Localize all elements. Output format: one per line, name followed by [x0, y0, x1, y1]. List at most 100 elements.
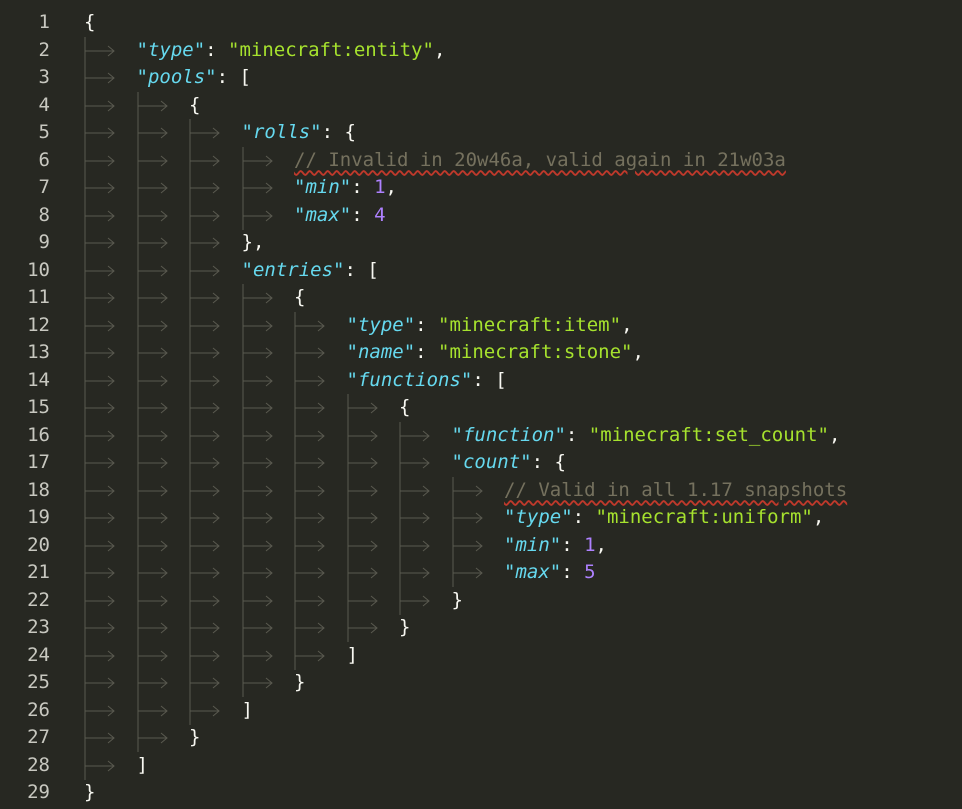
json-punctuation: } [84, 781, 96, 803]
line-number: 7 [38, 176, 50, 198]
indent-guide-arrow-icon [137, 394, 190, 422]
indent-guide-arrow-icon [84, 586, 137, 615]
line-code[interactable]: "function": "minecraft:set_count", [84, 421, 840, 450]
line-code[interactable]: { [84, 394, 410, 422]
indent-guide-arrow-icon [399, 531, 452, 560]
indent-guide-arrow-icon [137, 559, 190, 587]
indent-guide-arrow-icon [137, 311, 190, 340]
indent-guide-arrow-icon [399, 476, 452, 505]
code-comment: // Invalid in 20w46a, valid again in 21w… [294, 148, 786, 171]
json-key: "entries" [241, 258, 345, 281]
indent-guide-arrow-icon [84, 531, 137, 560]
json-number: 4 [374, 203, 386, 226]
indent-guide-arrow-icon [347, 394, 400, 422]
line-code[interactable]: // Valid in all 1.17 snapshots [84, 476, 847, 505]
line-number: 12 [27, 313, 50, 336]
indent-guide-arrow-icon [137, 119, 190, 147]
line-code[interactable]: "type": "minecraft:entity", [84, 36, 445, 65]
json-punctuation: : [205, 38, 229, 61]
json-punctuation: : [ [472, 368, 507, 391]
line-number: 22 [27, 588, 50, 611]
line-code[interactable]: "max": 4 [84, 201, 386, 230]
indent-guide-arrow-icon [84, 36, 137, 65]
indent-guide-arrow-icon [452, 559, 505, 587]
indent-guide-arrow-icon [137, 696, 190, 725]
line-number: 17 [27, 451, 50, 473]
indent-guide-arrow-icon [84, 311, 137, 340]
line-code[interactable]: "min": 1, [84, 531, 607, 560]
line-code[interactable]: "type": "minecraft:item", [84, 311, 633, 340]
line-code[interactable]: ] [84, 751, 148, 780]
line-number: 6 [38, 148, 50, 171]
line-code[interactable]: "entries": [ [84, 256, 379, 285]
line-code[interactable]: ] [84, 696, 253, 725]
line-number: 19 [27, 506, 50, 528]
indent-guide-arrow-icon [347, 476, 400, 505]
indent-guide-arrow-icon [189, 669, 242, 697]
line-code[interactable]: "functions": [ [84, 366, 507, 395]
indent-guide-arrow-icon [347, 449, 400, 477]
line-code[interactable]: { [84, 284, 305, 312]
indent-guide-arrow-icon [84, 476, 137, 505]
line-code[interactable]: { [84, 91, 200, 120]
json-punctuation: : [561, 533, 585, 556]
indent-guide-arrow-icon [242, 641, 295, 670]
indent-guide-arrow-icon [399, 504, 452, 532]
indent-guide-arrow-icon [399, 559, 452, 587]
indent-guide-arrow-icon [242, 559, 295, 587]
indent-guide-arrow-icon [189, 366, 242, 395]
line-code[interactable]: } [84, 779, 95, 806]
line-code[interactable]: "pools": [ [84, 64, 251, 92]
line-number: 28 [27, 753, 50, 776]
json-key: "min" [504, 533, 562, 556]
line-code[interactable]: // Invalid in 20w46a, valid again in 21w… [84, 146, 786, 175]
indent-guide-arrow-icon [294, 449, 347, 477]
json-punctuation: : { [321, 121, 356, 143]
line-code[interactable]: "name": "minecraft:stone", [84, 339, 644, 367]
indent-guide-arrow-icon [137, 614, 190, 642]
json-key: "min" [294, 176, 352, 198]
line-number: 29 [27, 781, 50, 803]
indent-guide-arrow-icon [189, 311, 242, 340]
indent-guide-arrow-icon [84, 504, 137, 532]
indent-guide-arrow-icon [84, 64, 137, 92]
line-number: 5 [38, 121, 50, 143]
line-code[interactable]: } [84, 669, 305, 697]
indent-guide-arrow-icon [399, 586, 452, 615]
indent-guide-arrow-icon [347, 504, 400, 532]
json-key: "pools" [136, 66, 217, 88]
line-code[interactable]: "rolls": { [84, 119, 356, 147]
indent-guide-arrow-icon [137, 724, 190, 752]
line-code[interactable]: } [84, 614, 410, 642]
line-code[interactable]: { [84, 9, 95, 36]
indent-guide-arrow-icon [189, 449, 242, 477]
indent-guide-arrow-icon [84, 119, 137, 147]
indent-guide-arrow-icon [84, 91, 137, 120]
json-punctuation: } [451, 588, 463, 611]
line-code[interactable]: } [84, 724, 200, 752]
scrolled-top-edge [0, 0, 962, 8]
indent-guide-arrow-icon [137, 586, 190, 615]
indent-guide-arrow-icon [189, 421, 242, 450]
indent-guide-arrow-icon [452, 504, 505, 532]
line-code[interactable]: }, [84, 229, 265, 257]
json-punctuation: }, [241, 231, 265, 253]
json-punctuation: : [ [216, 66, 251, 88]
code-editor[interactable]: 1{2 "type": "minecraft:entity", 3 "pools": … [0, 0, 962, 809]
line-code[interactable]: "count": { [84, 449, 566, 477]
line-code[interactable]: "type": "minecraft:uniform", [84, 504, 824, 532]
json-key: "max" [504, 561, 562, 583]
indent-guide-arrow-icon [242, 504, 295, 532]
indent-guide-arrow-icon [137, 641, 190, 670]
indent-guide-arrow-icon [137, 504, 190, 532]
indent-guide-arrow-icon [84, 174, 137, 202]
line-number: 8 [38, 203, 50, 226]
json-punctuation: : [415, 341, 439, 363]
json-punctuation: : [415, 313, 439, 336]
line-code[interactable]: } [84, 586, 463, 615]
line-code[interactable]: ] [84, 641, 358, 670]
json-punctuation: , [621, 313, 633, 336]
line-code[interactable]: "max": 5 [84, 559, 596, 587]
line-code[interactable]: "min": 1, [84, 174, 397, 202]
json-punctuation: : [561, 561, 585, 583]
